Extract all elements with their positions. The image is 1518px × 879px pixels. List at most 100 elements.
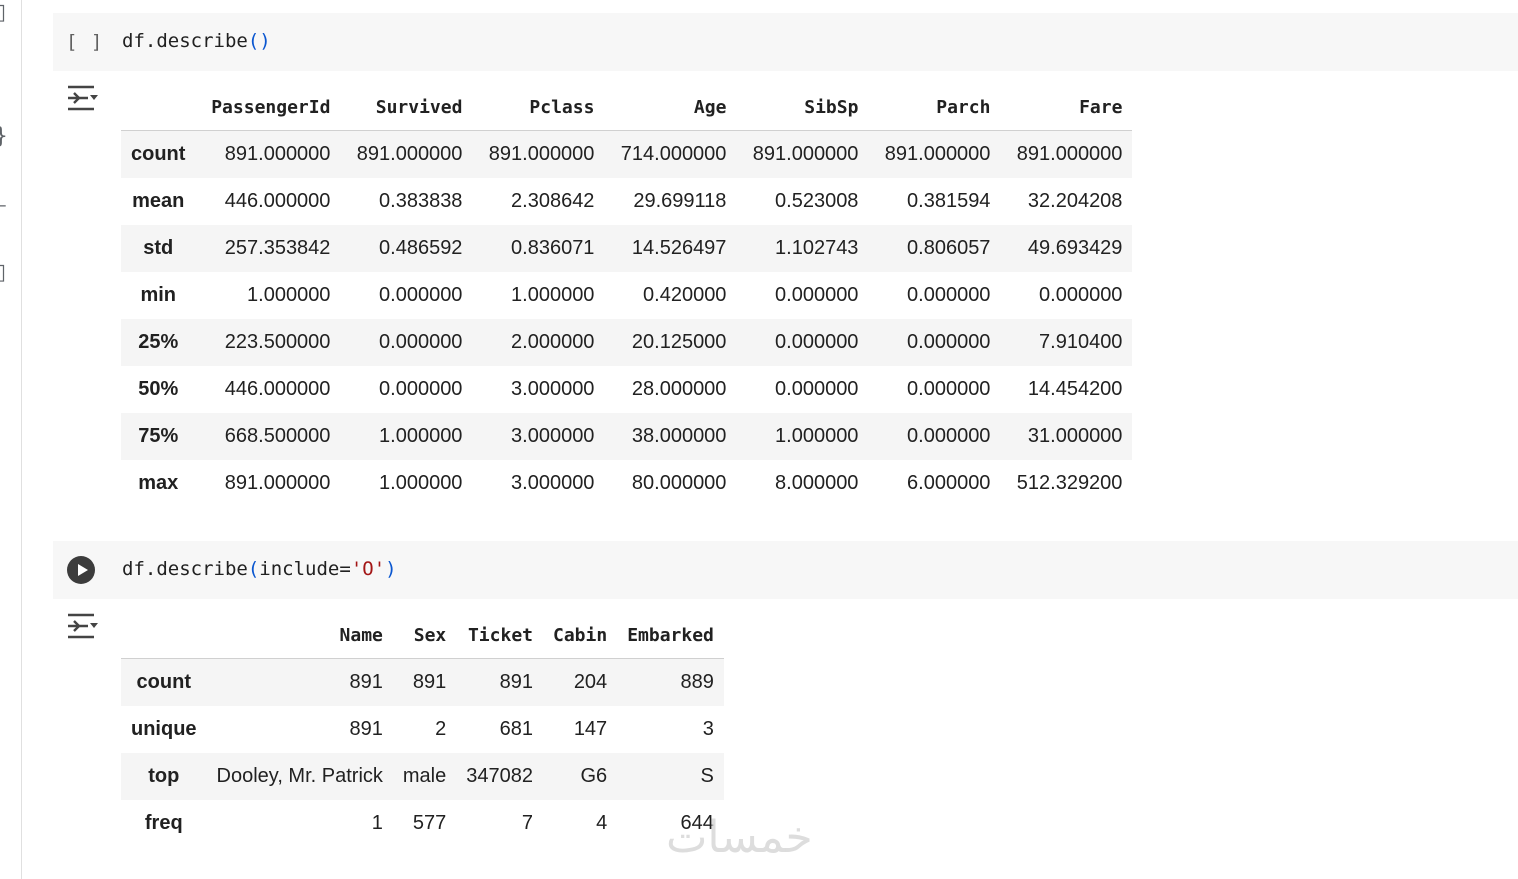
table-cell: 1.102743 <box>775 237 859 259</box>
left-sidebar: ▯ › } ⌐ ▯ <box>0 0 22 879</box>
table-cell: G6 <box>580 765 608 787</box>
table-cell: 1.000000 <box>247 284 331 306</box>
table-cell: 0.381594 <box>907 190 991 212</box>
table-cell: 0.000000 <box>379 331 463 353</box>
table-row: freq 1 577 7 4 644 <box>121 800 724 847</box>
table-cell: 0.000000 <box>1039 284 1123 306</box>
table-cell: 0.836071 <box>511 237 595 259</box>
table-cell: 891 <box>349 718 383 740</box>
table-cell: 32.204208 <box>1027 190 1123 212</box>
table-cell: 0.420000 <box>643 284 727 306</box>
column-header: Survived <box>340 84 473 131</box>
table-cell: 29.699118 <box>633 190 727 212</box>
table-cell: 0.000000 <box>907 284 991 306</box>
row-label: 25% <box>138 331 179 353</box>
table-cell: 7.910400 <box>1039 331 1123 353</box>
table-cell: 0.000000 <box>775 378 859 400</box>
table-cell: 644 <box>680 812 714 834</box>
table-header-row: PassengerId Survived Pclass Age SibSp Pa… <box>121 84 1133 131</box>
table-cell: 38.000000 <box>631 425 727 447</box>
row-label: mean <box>132 190 185 212</box>
table-cell: 80.000000 <box>631 472 727 494</box>
table-cell: 0.000000 <box>775 331 859 353</box>
table-cell: 891.000000 <box>1016 143 1123 165</box>
table-row: top Dooley, Mr. Patrick male 347082 G6 S <box>121 753 724 800</box>
code-cell-1[interactable]: [ ] df.describe() <box>53 13 1518 71</box>
column-header: Age <box>604 84 737 131</box>
table-cell: 223.500000 <box>224 331 331 353</box>
table-row: count 891.000000 891.000000 891.000000 7… <box>121 130 1133 178</box>
table-cell: 2 <box>435 718 447 740</box>
curly-brace-icon[interactable]: } <box>0 126 8 148</box>
code-cell-2[interactable]: df.describe(include='O') <box>53 541 1518 599</box>
run-cell-button[interactable] <box>67 556 95 584</box>
table-cell: 2.308642 <box>511 190 595 212</box>
table-cell: 1.000000 <box>379 472 463 494</box>
column-header: Name <box>206 612 393 659</box>
corner-cell <box>121 612 207 659</box>
table-cell: 577 <box>412 812 447 834</box>
table-row: max 891.000000 1.000000 3.000000 80.0000… <box>121 460 1133 507</box>
table-cell: 28.000000 <box>631 378 727 400</box>
table-row: min 1.000000 0.000000 1.000000 0.420000 … <box>121 272 1133 319</box>
column-header: Embarked <box>617 612 724 659</box>
table-cell: 3.000000 <box>511 378 595 400</box>
table-row: 50% 446.000000 0.000000 3.000000 28.0000… <box>121 366 1133 413</box>
row-label: freq <box>144 812 183 834</box>
row-label: 75% <box>138 425 179 447</box>
row-label: count <box>131 143 186 165</box>
table-cell: 0.523008 <box>775 190 859 212</box>
execution-count[interactable]: [ ] <box>66 31 103 53</box>
table-cell: 891 <box>349 671 383 693</box>
table-cell: 891.000000 <box>488 143 595 165</box>
column-header: Parch <box>868 84 1001 131</box>
table-cell: 3.000000 <box>511 472 595 494</box>
folder-icon[interactable]: ▯ <box>0 262 8 284</box>
table-cell: 0.000000 <box>907 425 991 447</box>
output-toggle-icon[interactable] <box>66 84 100 114</box>
output-toggle-icon[interactable] <box>66 612 100 642</box>
table-row: count 891 891 891 204 889 <box>121 658 724 706</box>
table-cell: 512.329200 <box>1016 472 1123 494</box>
table-cell: 0.806057 <box>907 237 991 259</box>
table-header-row: Name Sex Ticket Cabin Embarked <box>121 612 724 659</box>
row-label: count <box>136 671 191 693</box>
column-header: Fare <box>1000 84 1133 131</box>
row-label: unique <box>131 718 197 740</box>
table-row: mean 446.000000 0.383838 2.308642 29.699… <box>121 178 1133 225</box>
bracket-icon[interactable]: ▯ <box>0 2 8 24</box>
column-header: Pclass <box>472 84 605 131</box>
column-header: SibSp <box>736 84 869 131</box>
table-cell: 4 <box>596 812 608 834</box>
table-cell: 668.500000 <box>224 425 331 447</box>
key-icon[interactable]: ⌐ <box>0 196 8 218</box>
table-cell: 147 <box>573 718 608 740</box>
row-label: top <box>148 765 180 787</box>
table-cell: 891.000000 <box>752 143 859 165</box>
table-cell: 257.353842 <box>224 237 331 259</box>
code-editor[interactable]: df.describe() <box>122 30 271 52</box>
table-row: 75% 668.500000 1.000000 3.000000 38.0000… <box>121 413 1133 460</box>
table-cell: 0.486592 <box>379 237 463 259</box>
describe-table: PassengerId Survived Pclass Age SibSp Pa… <box>121 84 1133 507</box>
table-cell: 446.000000 <box>224 378 331 400</box>
chevron-right-icon[interactable]: › <box>0 62 8 84</box>
table-cell: 891 <box>499 671 533 693</box>
table-cell: 3.000000 <box>511 425 595 447</box>
row-label: min <box>140 284 176 306</box>
row-label: 50% <box>138 378 179 400</box>
table-row: unique 891 2 681 147 3 <box>121 706 724 753</box>
table-cell: S <box>700 765 714 787</box>
table-cell: 31.000000 <box>1027 425 1123 447</box>
table-cell: 446.000000 <box>224 190 331 212</box>
code-editor[interactable]: df.describe(include='O') <box>122 558 397 580</box>
table-cell: 1.000000 <box>775 425 859 447</box>
column-header: PassengerId <box>195 84 341 131</box>
table-cell: Dooley, Mr. Patrick <box>216 765 383 787</box>
table-cell: 20.125000 <box>631 331 727 353</box>
column-header: Ticket <box>456 612 543 659</box>
table-cell: 14.526497 <box>631 237 727 259</box>
table-cell: 0.000000 <box>907 378 991 400</box>
table-cell: 1 <box>371 812 383 834</box>
table-cell: 14.454200 <box>1027 378 1123 400</box>
